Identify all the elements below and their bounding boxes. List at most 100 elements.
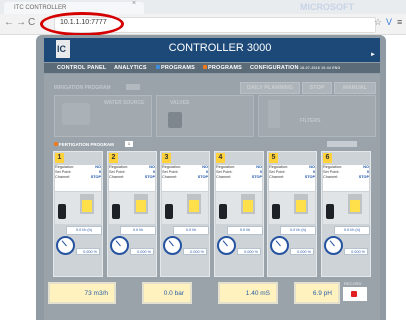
percent-value: 0.000 % bbox=[237, 248, 261, 255]
flow-value: 0.0 l/h bbox=[120, 226, 156, 235]
menu-programs-1-label: PROGRAMS bbox=[161, 65, 195, 71]
channel-info: Regulation: NO Set Point: 0 Channel: STOP bbox=[323, 165, 369, 191]
channel-label: Channel: bbox=[216, 175, 232, 179]
page-title: CONTROLLER 3000 bbox=[168, 42, 272, 54]
gauge-icon bbox=[110, 236, 129, 255]
channel-row: Channel: STOP bbox=[162, 175, 208, 180]
tank-fill bbox=[136, 200, 146, 212]
extension-icon[interactable]: V bbox=[386, 17, 392, 27]
irrigation-program-select[interactable] bbox=[126, 84, 140, 90]
channel-row: Channel: STOP bbox=[323, 175, 369, 180]
gauge-needle bbox=[275, 240, 281, 247]
channel-number: 6 bbox=[323, 153, 332, 163]
pump-icon bbox=[272, 204, 280, 219]
close-tab-icon[interactable]: × bbox=[132, 0, 136, 7]
percent-value: 0.000 % bbox=[130, 248, 154, 255]
gauge-needle bbox=[61, 240, 67, 247]
stop-button[interactable]: STOP bbox=[302, 82, 332, 94]
regulation-label: Regulation: bbox=[162, 165, 182, 169]
ec-readout: 1.40 mS bbox=[218, 282, 278, 304]
fertigation-control[interactable] bbox=[327, 141, 357, 147]
tank-icon bbox=[187, 194, 201, 214]
menu-icon[interactable]: ≡ bbox=[397, 17, 402, 27]
manual-button[interactable]: MANUAL bbox=[334, 82, 376, 94]
tank-fill bbox=[350, 200, 360, 212]
pump-icon bbox=[165, 204, 173, 219]
channel-card[interactable]: 1 Regulation: NO Set Point: 0 Channel: STOP 0.0… bbox=[53, 151, 103, 277]
water-source-label: WATER SOURCE bbox=[104, 100, 145, 106]
gauge-icon bbox=[270, 236, 289, 255]
menu-analytics[interactable]: ANALYTICS bbox=[114, 65, 147, 71]
channel-number: 4 bbox=[216, 153, 225, 163]
set-point-label: Set Point: bbox=[162, 170, 179, 174]
gauge-icon bbox=[324, 236, 343, 255]
channel-state: STOP bbox=[90, 175, 101, 179]
pump-icon bbox=[219, 204, 227, 219]
gauge-icon bbox=[163, 236, 182, 255]
programs-icon bbox=[156, 65, 160, 69]
menu-control-panel[interactable]: CONTROL PANEL bbox=[57, 65, 106, 71]
channel-info: Regulation: NO Set Point: 0 Channel: STOP bbox=[109, 165, 155, 191]
channel-label: Channel: bbox=[269, 175, 285, 179]
tank-fill bbox=[189, 200, 199, 212]
reload-icon[interactable]: C bbox=[28, 17, 35, 28]
regulation-label: Regulation: bbox=[216, 165, 236, 169]
faded-text: MICROSOFT bbox=[300, 2, 354, 12]
flow-value: 0.0 l/h (h) bbox=[334, 226, 370, 235]
fertigation-program-text: FERTIGATION PROGRAM bbox=[59, 142, 114, 147]
valve-icon bbox=[168, 112, 182, 128]
tank-fill bbox=[296, 200, 306, 212]
menu-programs-2[interactable]: PROGRAMS bbox=[203, 65, 242, 71]
gauge-needle bbox=[115, 240, 121, 247]
daily-planning-button[interactable]: DAILY PLANNING bbox=[240, 82, 300, 94]
logo-text: IC bbox=[57, 44, 66, 54]
fertigation-program-select[interactable]: 1 bbox=[125, 141, 133, 147]
pump-icon bbox=[112, 204, 120, 219]
tank-icon bbox=[134, 194, 148, 214]
channel-row: Channel: STOP bbox=[216, 175, 262, 180]
time: 10:44 bbox=[321, 66, 332, 70]
channel-label: Channel: bbox=[109, 175, 125, 179]
gauge-needle bbox=[222, 240, 228, 247]
channel-label: Channel: bbox=[162, 175, 178, 179]
gauge-needle bbox=[168, 240, 174, 247]
channel-info: Regulation: NO Set Point: 0 Channel: STOP bbox=[269, 165, 315, 191]
forward-icon[interactable]: → bbox=[16, 17, 26, 28]
channel-row: Channel: STOP bbox=[269, 175, 315, 180]
channel-state: STOP bbox=[251, 175, 262, 179]
pump-station-icon bbox=[62, 103, 90, 125]
channel-card[interactable]: 6 Regulation: NO Set Point: 0 Channel: STOP 0.0… bbox=[321, 151, 371, 277]
flag-icon[interactable]: ► bbox=[370, 52, 376, 58]
tank-icon bbox=[80, 194, 94, 214]
programs-icon bbox=[203, 65, 207, 69]
fertigation-program-label: FERTIGATION PROGRAM bbox=[54, 142, 114, 147]
regulation-label: Regulation: bbox=[109, 165, 129, 169]
channel-card[interactable]: 5 Regulation: NO Set Point: 0 Channel: STOP 0.0… bbox=[267, 151, 317, 277]
star-icon[interactable]: ☆ bbox=[374, 17, 382, 28]
flow-value: 0.0 l/h bbox=[173, 226, 209, 235]
ph-readout: 6.9 pH bbox=[294, 282, 340, 304]
tank-fill bbox=[243, 200, 253, 212]
channel-info: Regulation: NO Set Point: 0 Channel: STOP bbox=[55, 165, 101, 191]
flow-value: 0.0 l/h bbox=[227, 226, 263, 235]
pump-icon bbox=[326, 204, 334, 219]
percent-value: 0.000 % bbox=[183, 248, 207, 255]
channel-label: Channel: bbox=[55, 175, 71, 179]
tank-fill bbox=[82, 200, 92, 212]
channel-card[interactable]: 2 Regulation: NO Set Point: 0 Channel: STOP 0.0… bbox=[107, 151, 157, 277]
set-point-label: Set Point: bbox=[323, 170, 340, 174]
menu-programs-2-label: PROGRAMS bbox=[208, 65, 242, 71]
flow-value: 0.0 l/h (h) bbox=[66, 226, 102, 235]
back-icon[interactable]: ← bbox=[4, 17, 14, 28]
channel-card[interactable]: 3 Regulation: NO Set Point: 0 Channel: STOP 0.0… bbox=[160, 151, 210, 277]
set-point-label: Set Point: bbox=[55, 170, 72, 174]
language: ENG bbox=[332, 66, 341, 70]
regulation-label: Regulation: bbox=[269, 165, 289, 169]
menu-configuration[interactable]: CONFIGURATION bbox=[250, 65, 299, 71]
valves-label: VALVES bbox=[170, 100, 190, 106]
menu-programs-1[interactable]: PROGRAMS bbox=[156, 65, 195, 71]
record-label: RECORD bbox=[344, 281, 362, 286]
gauge-icon bbox=[56, 236, 75, 255]
regulation-label: Regulation: bbox=[323, 165, 343, 169]
channel-card[interactable]: 4 Regulation: NO Set Point: 0 Channel: STOP 0.0… bbox=[214, 151, 264, 277]
